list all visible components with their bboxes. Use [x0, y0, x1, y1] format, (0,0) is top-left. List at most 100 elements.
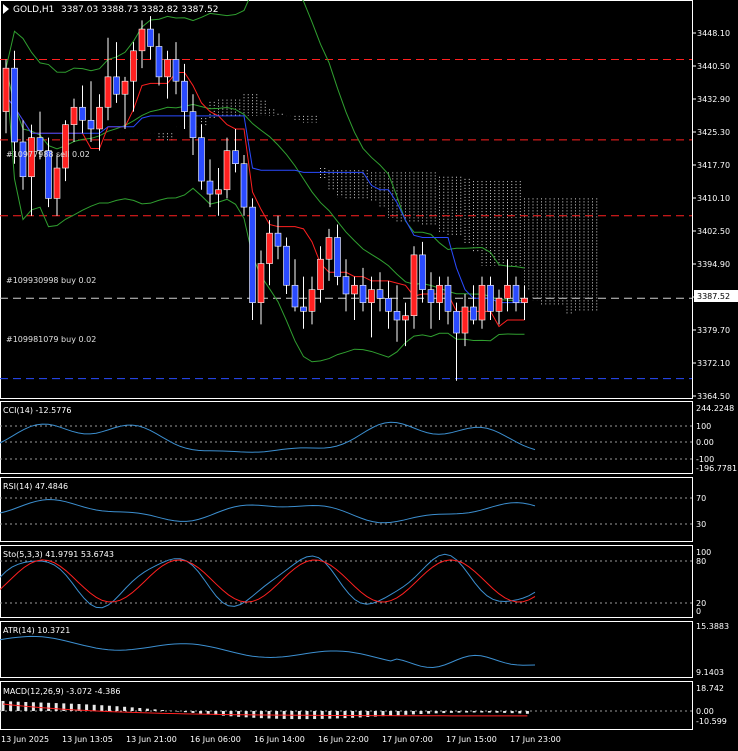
- candle-body: [130, 50, 137, 82]
- rsi-line: [0, 498, 536, 524]
- price-tick-label: 3432.90: [697, 95, 730, 104]
- candle-body: [164, 59, 171, 78]
- cci-line: [0, 421, 536, 453]
- time-label-6: 17 Jun 07:00: [382, 735, 433, 744]
- macd-max-label: 18.742: [696, 684, 724, 693]
- candle-body: [325, 237, 333, 260]
- main-panel-frame: [0, 0, 693, 399]
- candle-body: [96, 106, 103, 130]
- horizontal-levels: [0, 58, 692, 380]
- time-label-8: 17 Jun 23:00: [510, 735, 561, 744]
- candle-body: [291, 284, 299, 308]
- candle-body: [257, 263, 265, 303]
- rsi-panel-frame: [0, 477, 693, 542]
- stoch-title: Sto(5,3,3) 41.9791 53.6743: [3, 550, 114, 559]
- candle-body: [512, 284, 520, 303]
- candle-body: [2, 67, 10, 112]
- candle-body: [317, 258, 324, 290]
- candle-body: [223, 150, 231, 191]
- candle-body: [351, 284, 358, 295]
- stoch-100-label: 100: [696, 548, 711, 557]
- candle-body: [444, 284, 452, 312]
- candle-body: [359, 284, 367, 303]
- price-tick-label: 3364.50: [697, 392, 730, 401]
- candle-body: [240, 163, 248, 208]
- candle-body: [181, 80, 188, 112]
- time-label-1: 13 Jun 13:05: [62, 735, 113, 744]
- candle-body: [461, 306, 469, 334]
- main-header: GOLD,H1 3387.03 3388.73 3382.82 3387.52: [3, 4, 218, 15]
- candle-body: [249, 206, 256, 303]
- macd-zero-label: 0.00: [696, 707, 714, 716]
- candle-body: [334, 237, 341, 277]
- candle-body: [62, 124, 69, 169]
- price-tick-label: 3402.50: [697, 227, 730, 236]
- candlestick-series: [2, 16, 528, 381]
- candle-body: [283, 245, 290, 286]
- stoch-80-label: 80: [696, 557, 706, 566]
- price-tick-label: 3425.30: [697, 128, 730, 137]
- stoch-main-line: [0, 553, 536, 609]
- candle-body: [300, 306, 307, 312]
- price-axis: 3448.10 3440.50 3432.90 3425.30 3417.70 3410.…: [692, 29, 730, 401]
- candle-body: [495, 298, 503, 312]
- current-price-tag: 3387.52: [694, 290, 738, 302]
- price-tick-label: 3372.10: [697, 359, 730, 368]
- time-axis: 13 Jun 2025 13 Jun 13:05 13 Jun 21:00 16…: [1, 735, 561, 744]
- candle-body: [266, 232, 273, 264]
- candle-body: [427, 289, 435, 303]
- macd-signal-line: [2, 703, 528, 717]
- candle-body: [385, 298, 392, 312]
- cci-m100-label: -100: [696, 455, 714, 464]
- atr-title: ATR(14) 10.3721: [3, 626, 70, 635]
- rsi-title: RSI(14) 47.4846: [3, 482, 68, 491]
- time-label-2: 13 Jun 21:00: [126, 735, 177, 744]
- candle-body: [410, 254, 418, 316]
- candle-body: [189, 111, 197, 138]
- stoch-signal-line: [0, 559, 536, 603]
- order-label-buy-1: #109930998 buy 0.02: [6, 276, 96, 285]
- kijun-line: [5, 96, 525, 304]
- price-tick-label: 3417.70: [697, 161, 730, 170]
- macd-min-label: -10.599: [696, 717, 727, 726]
- cci-title: CCI(14) -12.5776: [3, 406, 71, 415]
- ichimoku-cloud: [158, 94, 598, 315]
- candle-body: [478, 284, 486, 321]
- candle-body: [121, 80, 129, 95]
- time-label-0: 13 Jun 2025: [1, 735, 49, 744]
- time-label-3: 16 Jun 06:00: [190, 735, 241, 744]
- time-label-7: 17 Jun 15:00: [446, 735, 497, 744]
- candle-body: [79, 106, 86, 121]
- candle-body: [504, 284, 511, 299]
- order-label-buy-2: #109981079 buy 0.02: [6, 335, 96, 344]
- time-label-5: 16 Jun 22:00: [318, 735, 369, 744]
- candle-body: [453, 311, 460, 334]
- candle-body: [11, 67, 18, 143]
- chart-window: GOLD,H1 3387.03 3388.73 3382.82 3387.52 …: [0, 0, 738, 747]
- candle-body: [215, 189, 222, 195]
- candle-body: [487, 284, 494, 312]
- atr-line: [0, 635, 536, 669]
- candle-body: [104, 76, 112, 108]
- ohlc-label: 3387.03 3388.73 3382.82 3387.52: [61, 5, 218, 15]
- candle-body: [87, 119, 95, 130]
- time-label-4: 16 Jun 14:00: [254, 735, 305, 744]
- candle-body: [147, 28, 154, 47]
- candle-body: [521, 298, 528, 303]
- trade-arrow-icon: [3, 4, 9, 14]
- current-price-label: 3387.52: [697, 292, 730, 301]
- symbol-label: GOLD,H1: [13, 5, 54, 15]
- candle-body: [376, 289, 384, 299]
- macd-title: MACD(12,26,9) -3.072 -4.386: [3, 687, 120, 696]
- candle-body: [19, 141, 27, 178]
- chart-canvas[interactable]: GOLD,H1 3387.03 3388.73 3382.82 3387.52 …: [0, 0, 738, 747]
- candle-body: [70, 106, 78, 125]
- atr-min-label: 9.1403: [696, 668, 724, 677]
- candle-body: [470, 306, 477, 321]
- rsi-30-label: 30: [696, 520, 706, 529]
- candle-body: [368, 289, 375, 303]
- price-tick-label: 3394.90: [697, 260, 730, 269]
- candle-body: [53, 167, 61, 199]
- candle-body: [419, 254, 426, 290]
- price-tick-label: 3440.50: [697, 62, 730, 71]
